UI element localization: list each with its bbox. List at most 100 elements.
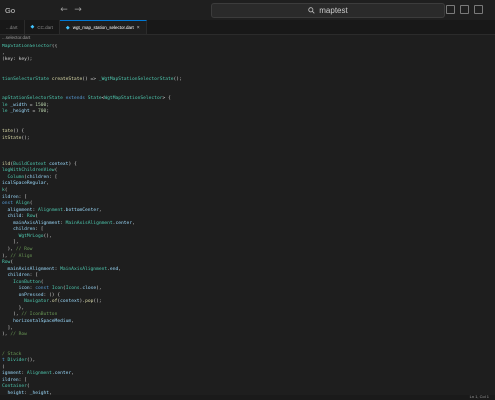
code-token: children <box>2 227 36 233</box>
code-token: ), <box>96 286 102 292</box>
search-value: maptest <box>319 6 348 15</box>
search-icon <box>308 7 315 14</box>
code-token: Navigator <box>2 299 50 305</box>
code-token: // Row <box>10 332 27 338</box>
code-token: (), <box>43 233 52 239</box>
code-token: tionSelectorState <box>2 76 52 82</box>
code-token: // Row <box>15 246 33 252</box>
code-token: bottomCenter <box>65 207 99 213</box>
code-token: = <box>29 109 38 115</box>
code-token: , <box>71 318 74 324</box>
code-token: center <box>54 371 72 377</box>
code-token: : [ <box>18 194 27 200</box>
code-token: // Align <box>10 253 33 259</box>
tab-label: ...dart <box>6 24 18 30</box>
tab-file-1[interactable]: ...dart <box>0 20 25 34</box>
code-token: = <box>26 102 36 108</box>
code-token: , <box>71 371 74 377</box>
sidebar-toggle-icon[interactable] <box>460 5 469 14</box>
code-token: center <box>115 220 133 226</box>
code-token: ( <box>29 201 33 207</box>
code-token: (); <box>21 135 30 141</box>
code-token: Alignment <box>26 371 52 377</box>
code-token: onPressed <box>2 292 44 298</box>
editor-tab-bar: ...dart ◆ CC.dart ◆ wgt_map_station_sele… <box>0 20 495 35</box>
code-token: Icons <box>65 286 80 292</box>
code-token: MainAxisAlignment <box>60 266 108 272</box>
code-token: const <box>35 286 52 292</box>
dart-file-icon: ◆ <box>65 24 70 31</box>
tab-wgt-map-station-selector[interactable]: ◆ wgt_map_station_selector.dart × <box>59 20 147 34</box>
code-token: ignment <box>2 371 22 377</box>
code-token: () => <box>82 76 99 82</box>
code-editor[interactable]: MapStationSelector({, (key: key); tionSel… <box>0 44 495 396</box>
code-token: : [ <box>35 227 44 233</box>
code-token: tate <box>2 129 14 135</box>
code-token: icalSpaceRegular <box>2 181 47 187</box>
code-token: MapStationSelector <box>2 44 52 49</box>
code-token: , <box>46 181 50 187</box>
code-token: Icon <box>51 286 63 292</box>
code-token: IconButton <box>2 279 41 285</box>
tab-label: CC.dart <box>37 24 53 30</box>
code-token: (); <box>173 76 182 82</box>
code-token: MainAxisAlignment <box>65 220 113 226</box>
code-token: : [ <box>49 174 58 180</box>
menu-go[interactable]: Go <box>5 6 27 15</box>
code-token: ), <box>2 246 16 252</box>
code-token: , <box>132 220 135 226</box>
code-token: (); <box>93 299 102 305</box>
tab-cc-dart[interactable]: ◆ CC.dart <box>25 20 60 34</box>
code-token: }, <box>2 305 25 311</box>
code-token: close <box>82 286 97 292</box>
code-token: WgtMrLogo <box>2 233 44 239</box>
code-token: context <box>49 161 69 167</box>
code-token: , <box>2 50 5 56</box>
code-token: Row <box>26 214 36 220</box>
code-token: ( <box>35 214 39 220</box>
code-token: Align <box>15 201 30 207</box>
forward-arrow-icon[interactable]: → <box>71 5 85 15</box>
code-token: ; <box>46 109 50 115</box>
code-token: (key: key); <box>2 57 33 63</box>
code-token: , <box>98 207 102 213</box>
code-token: itState <box>2 135 22 141</box>
code-token: WgtMapStationSelector <box>104 96 163 102</box>
code-token: ], <box>2 240 19 246</box>
panel-toggle-icon[interactable] <box>474 5 483 14</box>
command-center-search[interactable]: maptest <box>211 3 445 18</box>
code-token: _width <box>10 102 27 108</box>
code-token: extends <box>65 96 88 102</box>
code-token: children <box>26 174 50 180</box>
close-tab-icon[interactable]: × <box>137 25 140 31</box>
code-token: ({ <box>51 44 58 49</box>
code-token: icon <box>2 286 30 292</box>
code-token: Column <box>2 174 25 180</box>
code-token: horizontalSpaceMedium <box>2 318 72 324</box>
code-token: ildren <box>2 194 19 200</box>
breadcrumb[interactable]: ...selector.dart <box>0 35 30 43</box>
back-arrow-icon[interactable]: ← <box>57 5 71 15</box>
code-token: 1500 <box>35 102 47 108</box>
title-bar: Go ← → maptest <box>0 0 495 20</box>
code-token: context <box>60 299 80 305</box>
code-token: Alignment <box>37 207 63 213</box>
code-token: ; <box>46 102 50 108</box>
code-token: , <box>118 266 122 272</box>
code-token: onst <box>2 201 16 207</box>
code-token: ], <box>2 325 14 331</box>
code-token: end <box>109 266 119 272</box>
code-token: _height <box>10 109 30 115</box>
code-token: child <box>2 214 22 220</box>
code-token: BuildContext <box>13 161 50 167</box>
code-token: () { <box>13 129 25 135</box>
code-token: ( <box>26 384 30 390</box>
tab-label: wgt_map_station_selector.dart <box>72 25 134 30</box>
code-token: ) { <box>68 161 77 167</box>
code-token: / Stack <box>2 351 22 357</box>
layout-toggle-icon[interactable] <box>446 5 455 14</box>
code-token: State <box>87 96 102 102</box>
dart-file-icon: ◆ <box>30 24 35 30</box>
cursor-position[interactable]: Ln 1, Col 1 <box>470 394 489 399</box>
code-token: Divider <box>7 358 27 364</box>
